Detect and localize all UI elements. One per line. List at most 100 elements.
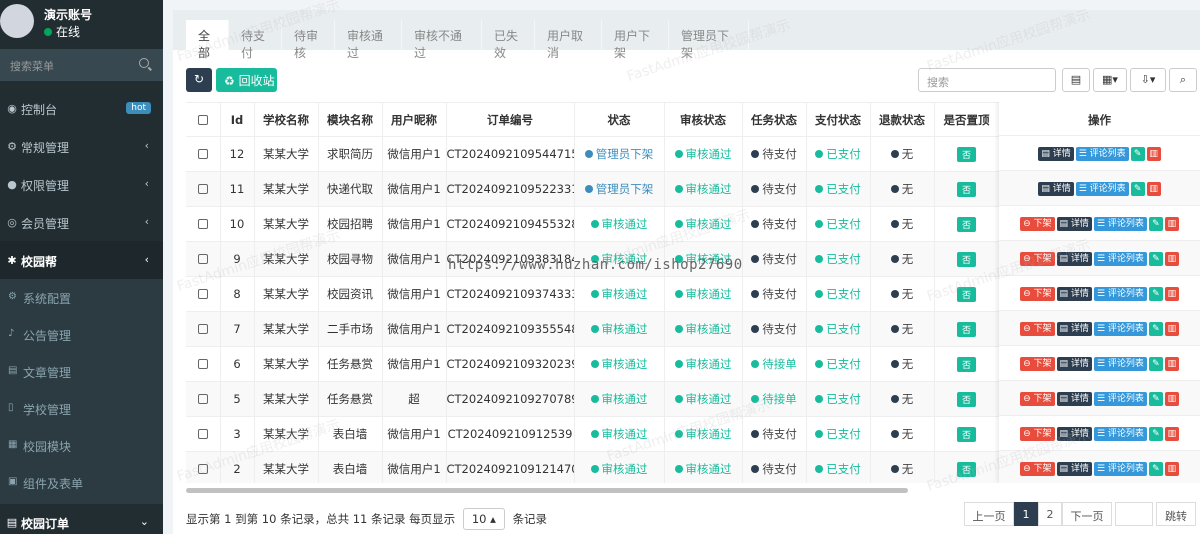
column-header[interactable]: 模块名称: [318, 102, 383, 137]
column-header[interactable]: 支付状态: [806, 102, 871, 137]
tab-1[interactable]: 待支付: [229, 20, 282, 60]
row-checkbox-cell[interactable]: [186, 416, 221, 452]
column-header[interactable]: 是否置顶: [934, 102, 1000, 137]
cell-review[interactable]: 审核通过: [664, 416, 743, 452]
table-search-input[interactable]: 搜索: [918, 68, 1056, 92]
sidebar-item-permission[interactable]: ● 权限管理 ‹: [0, 165, 163, 203]
refresh-button[interactable]: ↻: [186, 68, 212, 92]
detail-button[interactable]: ▤ 详情: [1038, 147, 1074, 161]
delete-button[interactable]: ▥: [1164, 462, 1179, 476]
edit-button[interactable]: ✎: [1148, 252, 1163, 266]
tab-5[interactable]: 已失效: [482, 20, 535, 60]
row-checkbox[interactable]: [197, 184, 208, 194]
cell-status[interactable]: 审核通过: [574, 206, 665, 242]
cell-review[interactable]: 审核通过: [664, 311, 743, 347]
tab-0[interactable]: 全部: [186, 20, 229, 60]
tab-6[interactable]: 用户取消: [535, 20, 602, 60]
take-down-button[interactable]: ⊖ 下架: [1020, 427, 1055, 441]
comment-list-button[interactable]: ☰ 评论列表: [1093, 427, 1147, 441]
column-header[interactable]: 退款状态: [870, 102, 935, 137]
tab-2[interactable]: 待审核: [282, 20, 335, 60]
edit-button[interactable]: ✎: [1148, 287, 1163, 301]
edit-button[interactable]: ✎: [1130, 182, 1145, 196]
sidebar-item-dashboard[interactable]: ◉ 控制台 hot: [0, 89, 163, 127]
review-label[interactable]: 审核通过: [674, 217, 732, 231]
status-label[interactable]: 审核通过: [590, 287, 648, 301]
comment-list-button[interactable]: ☰ 评论列表: [1075, 182, 1129, 196]
take-down-button[interactable]: ⊖ 下架: [1020, 252, 1055, 266]
comment-list-button[interactable]: ☰ 评论列表: [1093, 217, 1147, 231]
prev-page-button[interactable]: 上一页: [964, 502, 1014, 526]
comment-list-button[interactable]: ☰ 评论列表: [1093, 287, 1147, 301]
jump-page-input[interactable]: [1115, 502, 1153, 526]
select-all-checkbox[interactable]: [197, 114, 208, 125]
row-checkbox[interactable]: [197, 219, 208, 229]
column-header[interactable]: 学校名称: [254, 102, 319, 137]
column-header[interactable]: Id: [220, 102, 255, 137]
review-label[interactable]: 审核通过: [674, 462, 732, 476]
review-label[interactable]: 审核通过: [674, 357, 732, 371]
cell-review[interactable]: 审核通过: [664, 451, 743, 483]
detail-button[interactable]: ▤ 详情: [1038, 182, 1074, 196]
sidebar-item-member[interactable]: ◎ 会员管理 ‹: [0, 203, 163, 241]
search-icon[interactable]: [139, 58, 149, 68]
comment-list-button[interactable]: ☰ 评论列表: [1093, 462, 1147, 476]
row-checkbox[interactable]: [197, 464, 208, 474]
row-checkbox-cell[interactable]: [186, 136, 221, 172]
page-2-button[interactable]: 2: [1038, 502, 1062, 526]
row-checkbox-cell[interactable]: [186, 171, 221, 207]
sidebar-subitem[interactable]: ▦ 校园模块: [0, 427, 163, 464]
delete-button[interactable]: ▥: [1164, 357, 1179, 371]
review-label[interactable]: 审核通过: [674, 182, 732, 196]
status-label[interactable]: 管理员下架: [584, 182, 653, 196]
cell-status[interactable]: 审核通过: [574, 381, 665, 417]
select-all-checkbox-cell[interactable]: [186, 102, 221, 137]
status-label[interactable]: 管理员下架: [584, 147, 653, 161]
sidebar-subitem[interactable]: ♪ 公告管理: [0, 316, 163, 353]
cell-status[interactable]: 审核通过: [574, 346, 665, 382]
status-label[interactable]: 审核通过: [590, 322, 648, 336]
cell-status[interactable]: 审核通过: [574, 276, 665, 312]
detail-button[interactable]: ▤ 详情: [1056, 427, 1092, 441]
status-label[interactable]: 审核通过: [590, 427, 648, 441]
sidebar-search-input[interactable]: 搜索菜单: [0, 49, 163, 81]
row-checkbox[interactable]: [197, 149, 208, 159]
cell-review[interactable]: 审核通过: [664, 381, 743, 417]
sidebar-subitem[interactable]: ▯ 学校管理: [0, 390, 163, 427]
delete-button[interactable]: ▥: [1146, 147, 1161, 161]
sidebar-item-orders[interactable]: ▤ 校园订单 ⌄: [0, 503, 163, 534]
take-down-button[interactable]: ⊖ 下架: [1020, 357, 1055, 371]
tab-8[interactable]: 管理员下架: [669, 20, 749, 60]
row-checkbox-cell[interactable]: [186, 346, 221, 382]
review-label[interactable]: 审核通过: [674, 322, 732, 336]
advanced-search-button[interactable]: ⌕: [1169, 68, 1197, 92]
status-label[interactable]: 审核通过: [590, 462, 648, 476]
cell-review[interactable]: 审核通过: [664, 346, 743, 382]
row-checkbox-cell[interactable]: [186, 381, 221, 417]
detail-button[interactable]: ▤ 详情: [1056, 217, 1092, 231]
sidebar-item-general[interactable]: ⚙ 常规管理 ‹: [0, 127, 163, 165]
delete-button[interactable]: ▥: [1164, 427, 1179, 441]
delete-button[interactable]: ▥: [1164, 217, 1179, 231]
page-size-select[interactable]: 10 ▴: [462, 508, 505, 530]
sidebar-subitem[interactable]: ▣ 组件及表单: [0, 464, 163, 501]
comment-list-button[interactable]: ☰ 评论列表: [1093, 392, 1147, 406]
avatar[interactable]: [0, 4, 34, 38]
toggle-view-button[interactable]: ▤: [1062, 68, 1090, 92]
row-checkbox-cell[interactable]: [186, 206, 221, 242]
row-checkbox[interactable]: [197, 429, 208, 439]
columns-button[interactable]: ▦▾: [1093, 68, 1127, 92]
detail-button[interactable]: ▤ 详情: [1056, 322, 1092, 336]
cell-status[interactable]: 管理员下架: [574, 136, 665, 172]
row-checkbox[interactable]: [197, 324, 208, 334]
comment-list-button[interactable]: ☰ 评论列表: [1075, 147, 1129, 161]
review-label[interactable]: 审核通过: [674, 427, 732, 441]
take-down-button[interactable]: ⊖ 下架: [1020, 322, 1055, 336]
detail-button[interactable]: ▤ 详情: [1056, 287, 1092, 301]
row-checkbox-cell[interactable]: [186, 276, 221, 312]
recycle-bin-button[interactable]: ♻ 回收站: [216, 68, 277, 92]
edit-button[interactable]: ✎: [1148, 217, 1163, 231]
comment-list-button[interactable]: ☰ 评论列表: [1093, 252, 1147, 266]
cell-review[interactable]: 审核通过: [664, 206, 743, 242]
cell-status[interactable]: 管理员下架: [574, 171, 665, 207]
